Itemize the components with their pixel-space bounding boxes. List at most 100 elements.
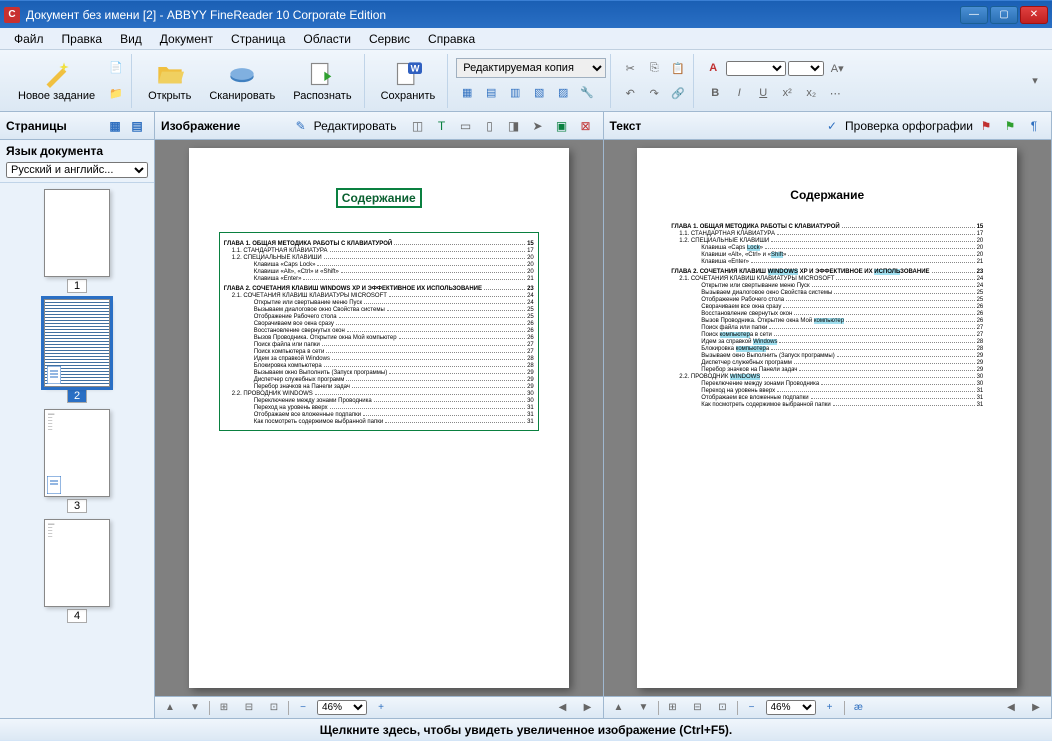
thumb-1[interactable]: 1 <box>38 189 116 293</box>
recognize-icon <box>308 60 336 88</box>
toc-title-txt: Содержание <box>667 188 987 202</box>
lang-select[interactable]: Русский и английс... <box>6 162 148 178</box>
menu-document[interactable]: Документ <box>152 30 221 48</box>
thumb-4[interactable]: ═══──────── 4 <box>38 519 116 623</box>
paste-icon[interactable]: 📋 <box>667 57 689 79</box>
undo-icon[interactable]: ↶ <box>619 82 641 104</box>
tool-btn-2[interactable]: ▤ <box>480 81 502 103</box>
area1-icon[interactable]: ▭ <box>455 115 477 137</box>
zoomout-icon[interactable]: − <box>292 697 314 719</box>
pilcrow-icon[interactable]: ¶ <box>1023 115 1045 137</box>
thumb-3[interactable]: ═══────────── 3 <box>38 409 116 513</box>
text-page[interactable]: Содержание ГЛАВА 1. ОБЩАЯ МЕТОДИКА РАБОТ… <box>637 148 1017 688</box>
redo-icon[interactable]: ↷ <box>643 82 665 104</box>
zoomout-icon[interactable]: − <box>741 697 763 719</box>
fontcolor-icon[interactable]: A▾ <box>826 57 848 79</box>
status-text: Щелкните здесь, чтобы увидеть увеличенно… <box>320 723 733 737</box>
menu-page[interactable]: Страница <box>223 30 293 48</box>
special-icon[interactable]: æ <box>848 697 870 719</box>
doc-small-icon[interactable]: 📄 <box>105 57 127 79</box>
text-area-icon[interactable]: T <box>431 115 453 137</box>
save-button[interactable]: W Сохранить <box>373 58 444 104</box>
flag-green-icon[interactable]: ⚑ <box>999 115 1021 137</box>
image-panel: Изображение ✎ Редактировать ◫ T ▭ ▯ ◨ ➤ … <box>155 112 604 718</box>
pages-tool2-icon[interactable]: ▤ <box>126 115 148 137</box>
toolbar-chevron-icon[interactable]: ▾ <box>1024 70 1046 92</box>
cut-icon[interactable]: ✂ <box>619 57 641 79</box>
spell-icon[interactable]: ✓ <box>821 115 843 137</box>
area2-icon[interactable]: ▯ <box>479 115 501 137</box>
text-panel: Текст ✓ Проверка орфографии ⚑ ⚑ ¶ Содерж… <box>604 112 1052 718</box>
area4-icon[interactable]: ▣ <box>551 115 573 137</box>
recognize-button[interactable]: Распознать <box>285 58 359 104</box>
scroll-left-icon[interactable]: ◀ <box>552 697 574 719</box>
delete-area-icon[interactable]: ⊠ <box>575 115 597 137</box>
edit-icon[interactable]: ✎ <box>290 115 312 137</box>
menu-edit[interactable]: Правка <box>54 30 111 48</box>
app-icon: C <box>4 7 20 23</box>
bold-icon[interactable]: B <box>704 82 726 104</box>
image-page[interactable]: Содержание ГЛАВА 1. ОБЩАЯ МЕТОДИКА РАБОТ… <box>189 148 569 688</box>
flag-red-icon[interactable]: ⚑ <box>975 115 997 137</box>
nav-down-icon[interactable]: ▼ <box>633 697 655 719</box>
zoomin-icon[interactable]: + <box>370 697 392 719</box>
tool-btn-3[interactable]: ▥ <box>504 81 526 103</box>
fitheight-icon[interactable]: ⊡ <box>712 697 734 719</box>
zoom-select-img[interactable]: 46% <box>317 700 367 715</box>
scan-button[interactable]: Сканировать <box>201 58 283 104</box>
edit-label[interactable]: Редактировать <box>314 119 397 133</box>
zoomin-icon[interactable]: + <box>819 697 841 719</box>
link-icon[interactable]: 🔗 <box>667 82 689 104</box>
scanner-icon <box>228 60 256 88</box>
fitheight-icon[interactable]: ⊡ <box>263 697 285 719</box>
scroll-right-icon[interactable]: ▶ <box>1025 697 1047 719</box>
page-icon <box>47 366 61 384</box>
pages-tool1-icon[interactable]: ▦ <box>104 115 126 137</box>
folder-small-icon[interactable]: 📁 <box>105 83 127 105</box>
spell-label[interactable]: Проверка орфографии <box>845 119 973 133</box>
open-button[interactable]: Открыть <box>140 58 199 104</box>
nav-up-icon[interactable]: ▲ <box>159 697 181 719</box>
zoom-select-txt[interactable]: 46% <box>766 700 816 715</box>
close-button[interactable]: ✕ <box>1020 6 1048 24</box>
font-icon[interactable]: A <box>702 57 724 79</box>
copy-icon[interactable]: ⎘ <box>643 57 665 79</box>
menu-service[interactable]: Сервис <box>361 30 418 48</box>
menu-view[interactable]: Вид <box>112 30 150 48</box>
save-word-icon: W <box>394 60 422 88</box>
copy-type-select[interactable]: Редактируемая копия <box>456 58 606 78</box>
fitwidth-icon[interactable]: ⊟ <box>687 697 709 719</box>
fit-icon[interactable]: ⊞ <box>213 697 235 719</box>
maximize-button[interactable]: ▢ <box>990 6 1018 24</box>
italic-icon[interactable]: I <box>728 82 750 104</box>
new-task-label: Новое задание <box>18 90 95 102</box>
menu-areas[interactable]: Области <box>295 30 359 48</box>
menu-help[interactable]: Справка <box>420 30 483 48</box>
pages-header: Страницы <box>6 119 67 133</box>
nav-up-icon[interactable]: ▲ <box>608 697 630 719</box>
tool-btn-5[interactable]: ▨ <box>552 81 574 103</box>
fit-icon[interactable]: ⊞ <box>662 697 684 719</box>
tool-wrench-icon[interactable]: 🔧 <box>576 81 598 103</box>
scroll-right-icon[interactable]: ▶ <box>577 697 599 719</box>
crop-icon[interactable]: ◫ <box>407 115 429 137</box>
tool-btn-4[interactable]: ▧ <box>528 81 550 103</box>
font-select[interactable] <box>726 61 786 76</box>
minimize-button[interactable]: — <box>960 6 988 24</box>
underline-icon[interactable]: U <box>752 82 774 104</box>
more-format-icon[interactable]: ⋯ <box>824 82 846 104</box>
super-icon[interactable]: x² <box>776 82 798 104</box>
sub-icon[interactable]: x₂ <box>800 82 822 104</box>
size-select[interactable] <box>788 61 824 76</box>
nav-down-icon[interactable]: ▼ <box>184 697 206 719</box>
scroll-left-icon[interactable]: ◀ <box>1000 697 1022 719</box>
tool-btn-1[interactable]: ▦ <box>456 81 478 103</box>
menu-file[interactable]: Файл <box>6 30 52 48</box>
new-task-button[interactable]: Новое задание <box>10 58 103 104</box>
area3-icon[interactable]: ◨ <box>503 115 525 137</box>
lang-label: Язык документа <box>6 144 148 158</box>
pointer-icon[interactable]: ➤ <box>527 115 549 137</box>
fitwidth-icon[interactable]: ⊟ <box>238 697 260 719</box>
statusbar[interactable]: Щелкните здесь, чтобы увидеть увеличенно… <box>0 718 1052 740</box>
thumb-2[interactable]: 2 <box>38 299 116 403</box>
